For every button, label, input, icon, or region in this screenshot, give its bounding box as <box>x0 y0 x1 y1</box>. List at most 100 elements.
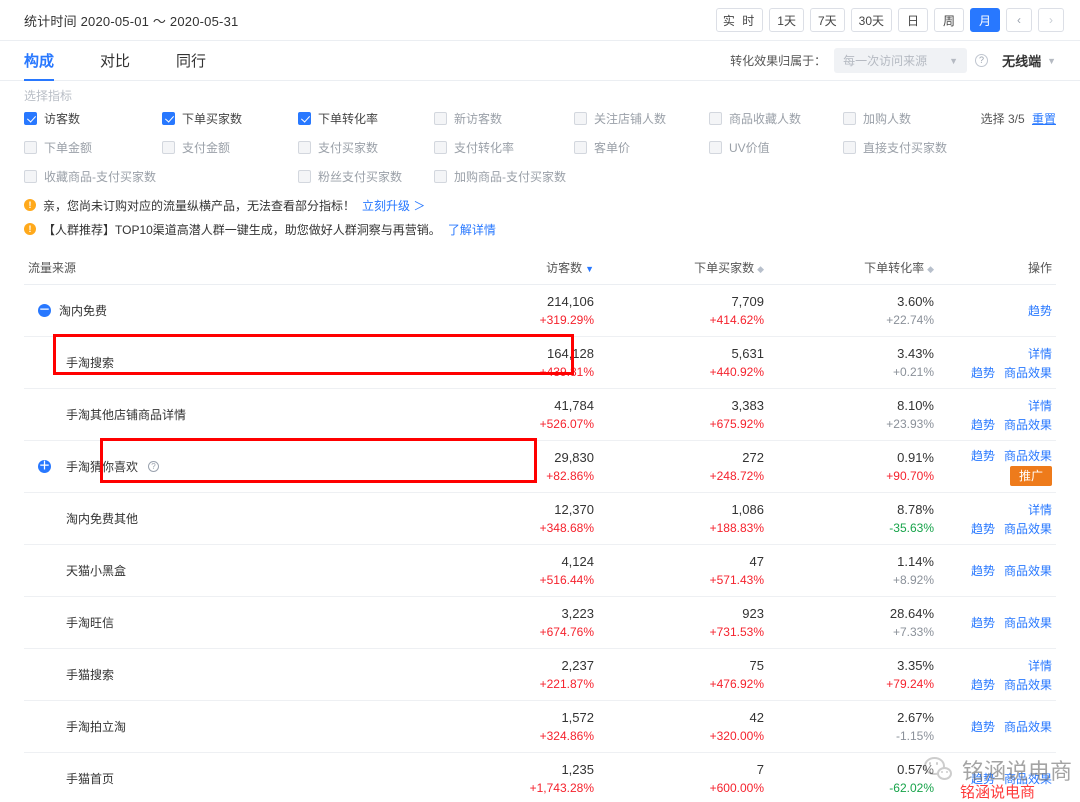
metric-checkbox-14[interactable]: 收藏商品-支付买家数 <box>24 168 298 185</box>
cell-operations: 趋势 商品效果推广 <box>934 447 1056 486</box>
terminal-select[interactable]: 无线端 ▼ <box>1002 51 1056 70</box>
checkbox-icon <box>574 112 587 125</box>
metric-checkbox-9[interactable]: 支付买家数 <box>298 139 434 156</box>
attribution-select[interactable]: 每一次访问来源 ▼ <box>834 48 968 73</box>
date-range-button-3[interactable]: 30天 <box>850 8 892 32</box>
metric-checkbox-5[interactable]: 商品收藏人数 <box>709 110 843 127</box>
reset-link[interactable]: 重置 <box>1032 112 1056 126</box>
op-link[interactable]: 商品效果 <box>1004 447 1052 464</box>
op-link[interactable]: 趋势 <box>971 364 995 381</box>
sort-icon[interactable]: ◆ <box>757 264 764 274</box>
op-link[interactable]: 趋势 <box>971 447 995 464</box>
visitors-value: 1,572 <box>561 709 594 725</box>
op-link[interactable]: 趋势 <box>1028 302 1052 319</box>
metric-label: 访客数 <box>44 112 81 126</box>
notice-link[interactable]: 了解详情 <box>448 221 496 238</box>
metric-label: 下单金额 <box>44 141 93 155</box>
help-icon[interactable]: ? <box>975 54 989 67</box>
metric-checkbox-2[interactable]: 下单转化率 <box>298 110 434 127</box>
checkbox-icon <box>709 112 722 125</box>
table-header-row: 流量来源 访客数 ▼ 下单买家数 ◆ 下单转化率 ◆ 操作 <box>24 251 1056 285</box>
header-conversion[interactable]: 下单转化率 ◆ <box>764 259 934 276</box>
op-link[interactable]: 详情 <box>1028 657 1052 674</box>
metric-checkbox-1[interactable]: 下单买家数 <box>162 110 298 127</box>
op-link[interactable]: 趋势 <box>971 770 995 787</box>
conv-delta: +23.93% <box>886 416 934 431</box>
promote-badge[interactable]: 推广 <box>1009 466 1052 486</box>
date-range-button-6[interactable]: 月 <box>970 8 1000 32</box>
op-link[interactable]: 趋势 <box>971 520 995 537</box>
attribution-label: 转化效果归属于： <box>730 54 827 68</box>
conv-value: 8.78% <box>897 501 934 517</box>
op-link[interactable]: 趋势 <box>971 416 995 433</box>
op-link[interactable]: 详情 <box>1028 501 1052 518</box>
op-link[interactable]: 趋势 <box>971 614 995 631</box>
buyers-value: 272 <box>742 449 764 465</box>
date-range-button-4[interactable]: 日 <box>898 8 928 32</box>
metric-checkbox-16[interactable]: 加购商品-支付买家数 <box>434 168 709 185</box>
cell-buyers: 7,709 +414.62% <box>594 293 764 329</box>
metric-checkbox-8[interactable]: 支付金额 <box>162 139 298 156</box>
conv-value: 3.35% <box>897 657 934 673</box>
visitors-delta: +324.86% <box>539 728 594 743</box>
op-link[interactable]: 商品效果 <box>1004 364 1052 381</box>
op-link[interactable]: 详情 <box>1028 345 1052 362</box>
prev-period-icon[interactable]: ‹ <box>1006 8 1032 32</box>
operations-line-top: 详情 <box>1028 397 1052 414</box>
tab-0[interactable]: 构成 <box>24 41 55 81</box>
operations-line-top: 详情 <box>1028 657 1052 674</box>
notice-link[interactable]: 立刻升级 ＞ <box>362 197 425 214</box>
metric-checkbox-13[interactable]: 直接支付买家数 <box>843 139 988 156</box>
source-name: 淘内免费其他 <box>28 510 424 527</box>
metric-checkbox-12[interactable]: UV价值 <box>709 139 843 156</box>
header-visitors[interactable]: 访客数 ▼ <box>424 259 594 276</box>
next-period-icon[interactable]: › <box>1038 8 1064 32</box>
buyers-delta: +571.43% <box>709 572 764 587</box>
collapse-icon[interactable]: － <box>38 304 51 317</box>
operations-line-bottom: 趋势 商品效果 <box>971 520 1052 537</box>
operations-line-top: 详情 <box>1028 501 1052 518</box>
op-link[interactable]: 商品效果 <box>1004 416 1052 433</box>
info-icon[interactable]: ? <box>148 461 160 472</box>
conv-delta: +79.24% <box>886 676 934 691</box>
operations-line-bottom: 趋势 商品效果 <box>971 562 1052 579</box>
conv-value: 28.64% <box>889 605 934 621</box>
metric-checkbox-10[interactable]: 支付转化率 <box>434 139 574 156</box>
buyers-delta: +675.92% <box>709 416 764 431</box>
op-link[interactable]: 趋势 <box>971 676 995 693</box>
op-link[interactable]: 商品效果 <box>1004 614 1052 631</box>
op-link[interactable]: 商品效果 <box>1004 718 1052 735</box>
header-buyers-label: 下单买家数 <box>694 261 755 275</box>
sort-desc-icon[interactable]: ▼ <box>585 264 594 274</box>
metric-checkbox-11[interactable]: 客单价 <box>574 139 709 156</box>
metric-checkbox-3[interactable]: 新访客数 <box>434 110 574 127</box>
cell-operations: 详情趋势 商品效果 <box>934 657 1056 693</box>
op-link[interactable]: 趋势 <box>971 718 995 735</box>
conv-delta: +0.21% <box>892 364 934 379</box>
header-buyers[interactable]: 下单买家数 ◆ <box>594 259 764 276</box>
op-link[interactable]: 详情 <box>1028 397 1052 414</box>
sort-icon[interactable]: ◆ <box>927 264 934 274</box>
visitors-delta: +1,743.28% <box>529 780 594 795</box>
operations-line-bottom: 趋势 商品效果 <box>971 364 1052 381</box>
metric-checkbox-4[interactable]: 关注店铺人数 <box>574 110 709 127</box>
metric-checkbox-15[interactable]: 粉丝支付买家数 <box>298 168 434 185</box>
date-range-button-1[interactable]: 1天 <box>769 8 804 32</box>
checkbox-icon <box>298 141 311 154</box>
metric-checkbox-7[interactable]: 下单金额 <box>24 139 162 156</box>
chevron-down-icon: ▼ <box>949 55 959 66</box>
date-range-button-2[interactable]: 7天 <box>809 8 845 32</box>
metric-checkbox-0[interactable]: 访客数 <box>24 110 162 127</box>
date-range-button-0[interactable]: 实 时 <box>715 8 764 32</box>
date-range-button-5[interactable]: 周 <box>934 8 964 32</box>
op-link[interactable]: 商品效果 <box>1004 520 1052 537</box>
op-link[interactable]: 商品效果 <box>1004 676 1052 693</box>
op-link[interactable]: 商品效果 <box>1004 770 1052 787</box>
expand-icon[interactable]: ＋ <box>38 460 51 473</box>
op-link[interactable]: 商品效果 <box>1004 562 1052 579</box>
metric-checkbox-6[interactable]: 加购人数 <box>843 110 988 127</box>
tab-2[interactable]: 同行 <box>176 41 206 80</box>
cell-visitors: 3,223 +674.76% <box>424 605 594 641</box>
tab-1[interactable]: 对比 <box>100 41 130 80</box>
op-link[interactable]: 趋势 <box>971 562 995 579</box>
